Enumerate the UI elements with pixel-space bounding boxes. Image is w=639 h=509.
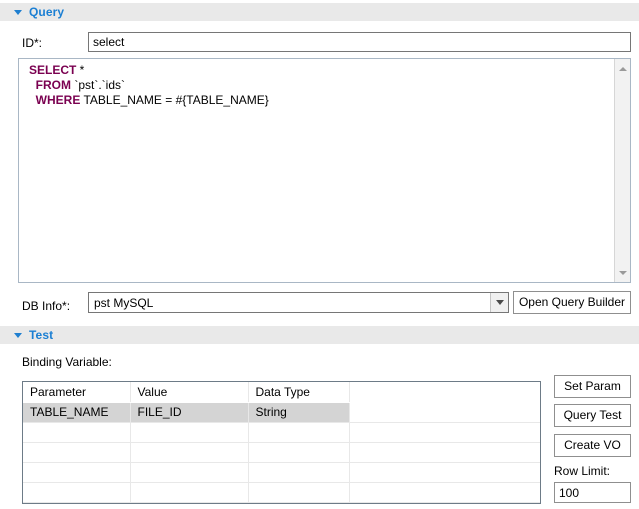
triangle-down-icon[interactable] [14,333,22,338]
column-header[interactable]: Data Type [248,382,349,402]
table-cell[interactable] [130,442,248,462]
dbinfo-selected-value: pst MySQL [94,296,153,310]
table-cell[interactable] [349,402,540,422]
table-row[interactable] [23,462,540,482]
table-row[interactable]: TABLE_NAMEFILE_IDString [23,402,540,422]
section-title-query: Query [29,5,64,19]
dbinfo-select[interactable]: pst MySQL [88,292,509,313]
sql-editor-content[interactable]: SELECT * FROM `pst`.`ids` WHERE TABLE_NA… [19,59,613,282]
scroll-up-arrow-icon[interactable] [615,61,630,76]
sql-keyword: WHERE [29,93,80,107]
binding-variable-table[interactable]: ParameterValueData Type TABLE_NAMEFILE_I… [22,381,541,504]
id-input[interactable] [88,32,631,52]
sql-text-fragment: `pst`.`ids` [71,78,125,92]
table-row[interactable] [23,482,540,502]
sql-text-fragment: * [76,63,84,77]
open-query-builder-button[interactable]: Open Query Builder [513,291,631,314]
id-label: ID*: [22,36,42,50]
table-cell[interactable] [23,442,130,462]
set-param-button[interactable]: Set Param [554,375,631,398]
table-cell[interactable] [349,462,540,482]
sql-keyword: FROM [29,78,71,92]
sql-keyword: SELECT [29,63,76,77]
scroll-down-arrow-icon[interactable] [615,265,630,280]
table-cell[interactable]: TABLE_NAME [23,402,130,422]
table-cell[interactable]: String [248,402,349,422]
row-limit-input[interactable] [554,482,631,503]
table-cell[interactable] [349,422,540,442]
dbinfo-label: DB Info*: [22,299,70,313]
sql-editor[interactable]: SELECT * FROM `pst`.`ids` WHERE TABLE_NA… [18,58,631,283]
table-cell[interactable] [130,422,248,442]
table-cell[interactable] [23,422,130,442]
column-header[interactable]: Parameter [23,382,130,402]
table-cell[interactable] [248,442,349,462]
table-cell[interactable] [23,462,130,482]
table-cell[interactable]: FILE_ID [130,402,248,422]
table-cell[interactable] [248,482,349,502]
table-cell[interactable] [349,482,540,502]
triangle-down-icon[interactable] [14,10,22,15]
row-limit-label: Row Limit: [554,464,610,478]
sql-editor-scrollbar[interactable] [614,59,630,282]
table-cell[interactable] [248,462,349,482]
table-row[interactable] [23,442,540,462]
column-header[interactable]: Value [130,382,248,402]
table-cell[interactable] [248,422,349,442]
section-header-query[interactable]: Query [0,2,639,21]
column-header[interactable] [349,382,540,402]
query-test-button[interactable]: Query Test [554,404,631,427]
table-cell[interactable] [23,482,130,502]
table-row[interactable] [23,422,540,442]
binding-variable-label: Binding Variable: [22,355,112,369]
chevron-down-icon[interactable] [490,293,508,312]
table-cell[interactable] [349,442,540,462]
table-cell[interactable] [130,482,248,502]
section-title-test: Test [29,328,53,342]
section-header-test[interactable]: Test [0,325,639,344]
table-header-row: ParameterValueData Type [23,382,540,402]
table-body: TABLE_NAMEFILE_IDString [23,402,540,502]
table-cell[interactable] [130,462,248,482]
create-vo-button[interactable]: Create VO [554,434,631,457]
sql-text-fragment: TABLE_NAME = #{TABLE_NAME} [80,93,268,107]
